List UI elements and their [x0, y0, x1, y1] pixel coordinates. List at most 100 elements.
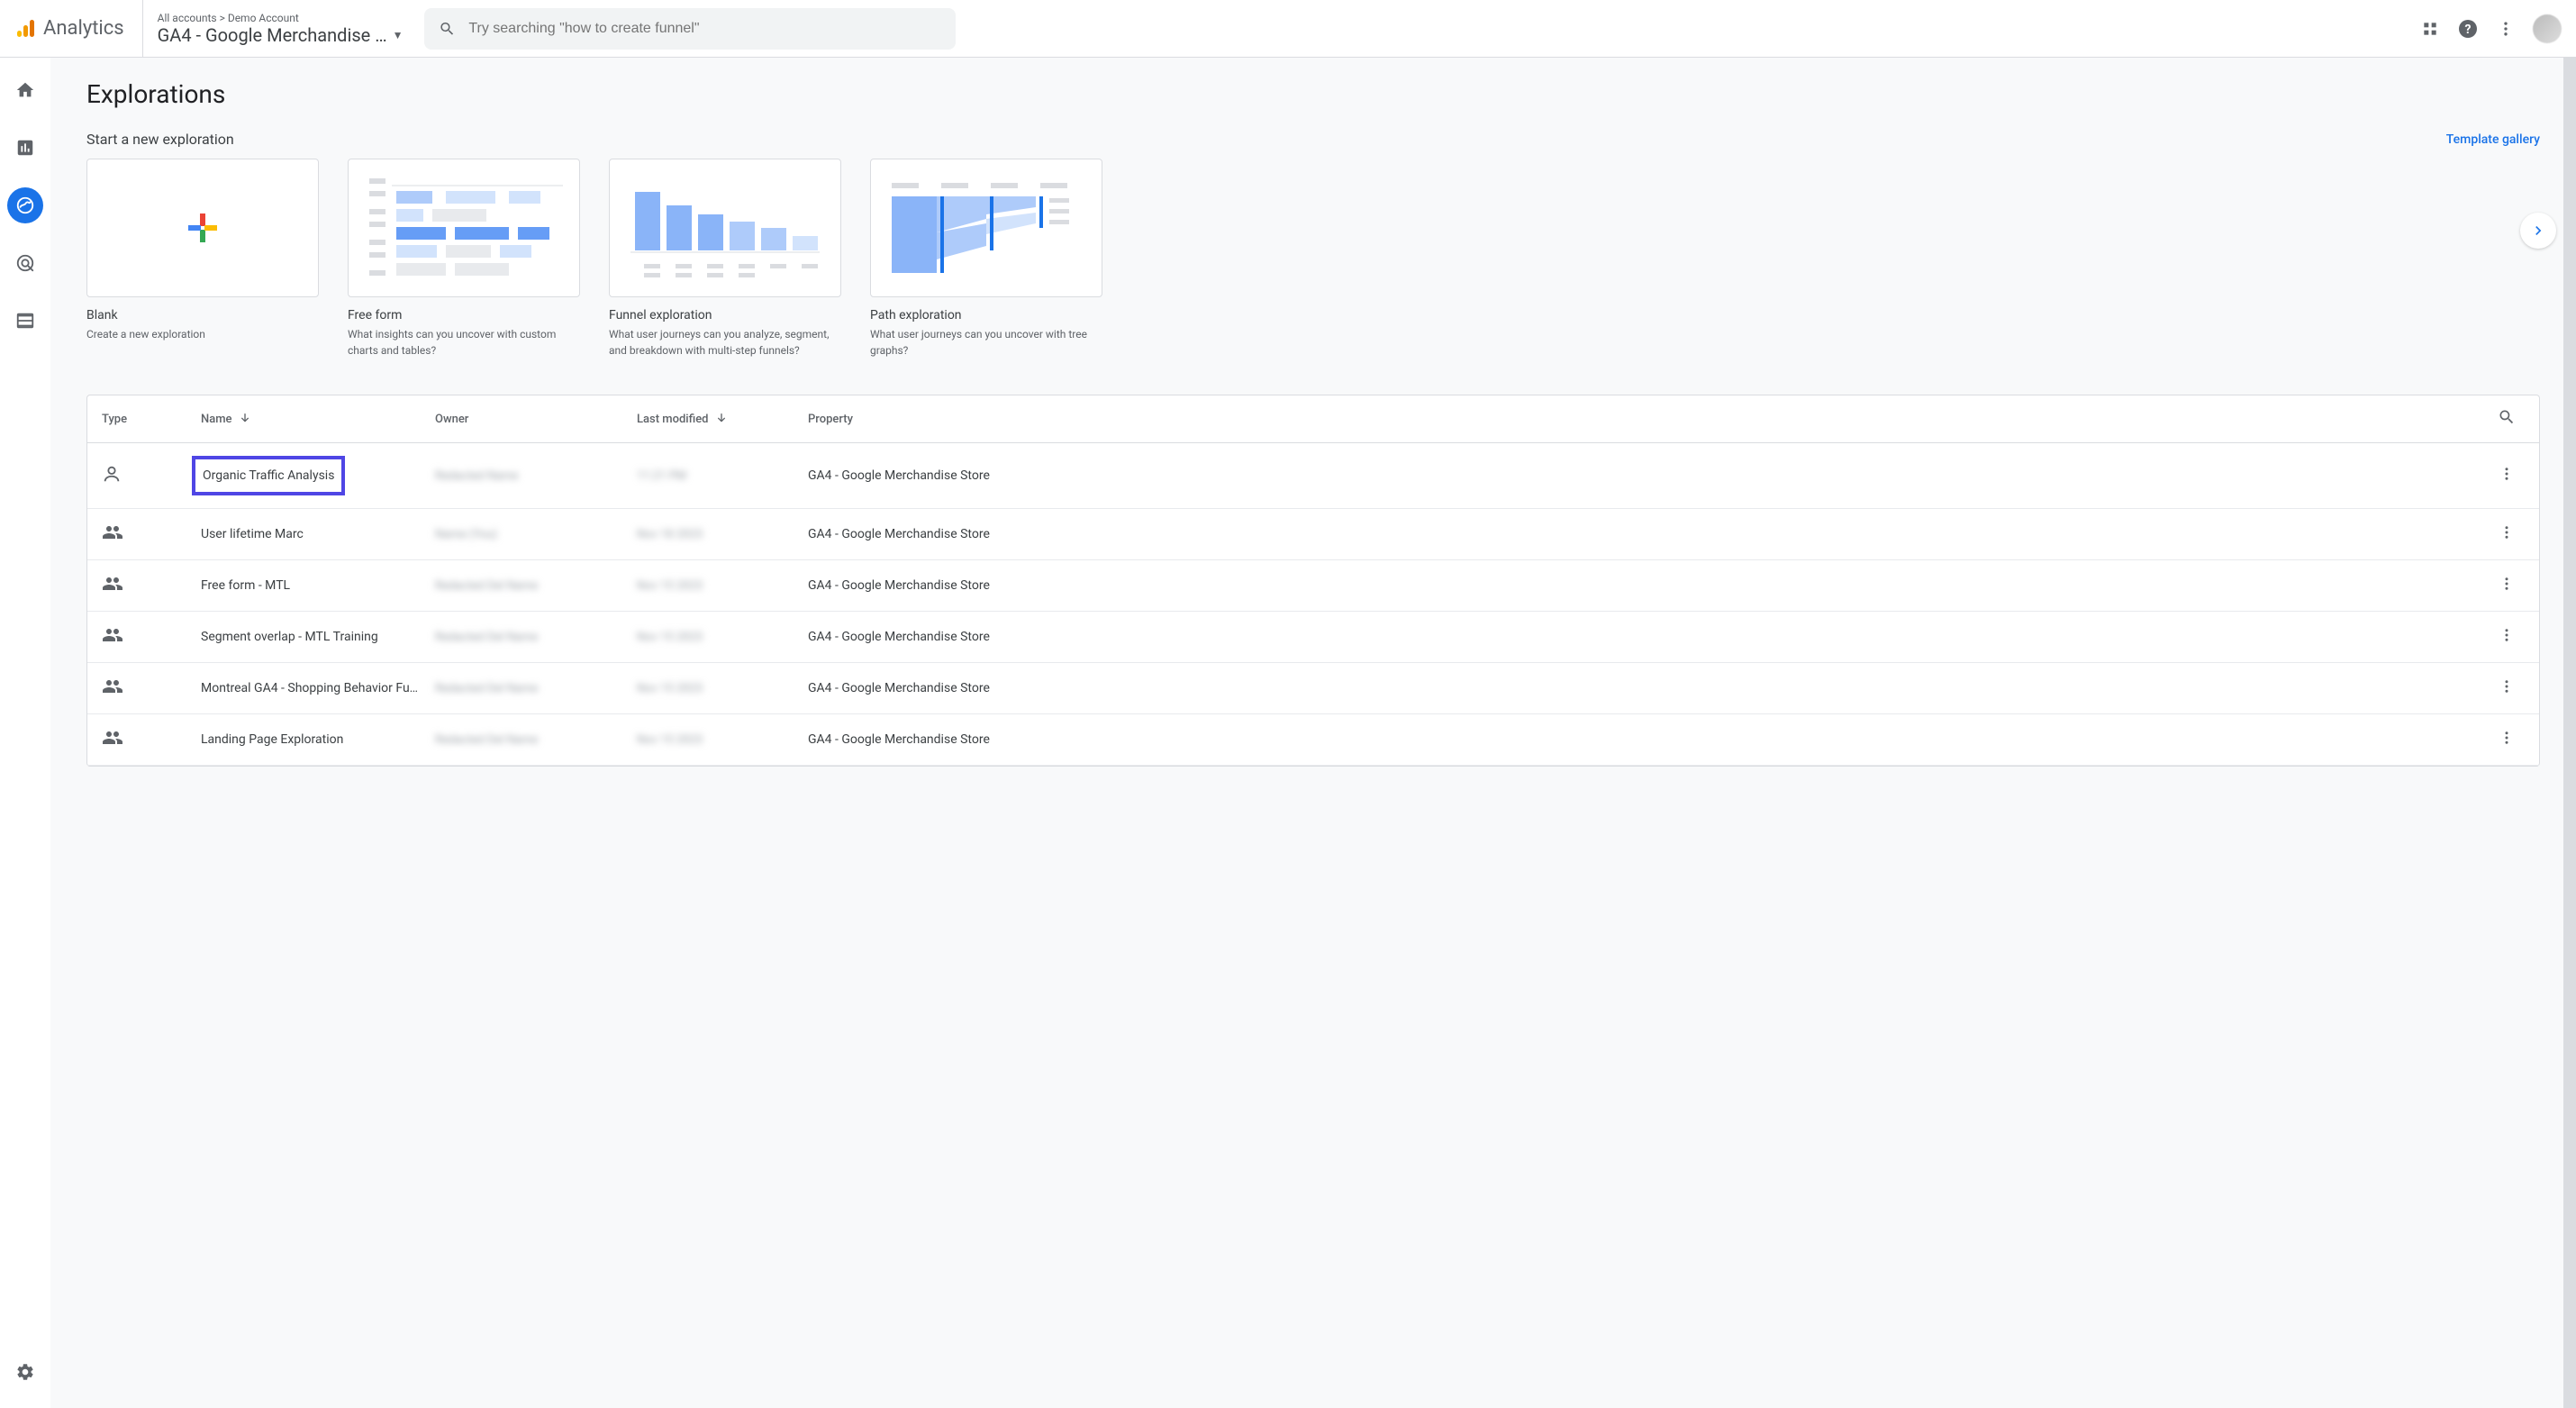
sidebar-item-admin[interactable]	[7, 1354, 43, 1390]
type-icon	[102, 464, 201, 487]
row-more-button[interactable]	[2489, 523, 2525, 545]
freeform-thumb-icon	[360, 169, 567, 286]
owner-name: Name (You)	[435, 528, 497, 541]
help-icon[interactable]: ?	[2457, 18, 2479, 40]
property-name: GA4 - Google Merchandise Store	[808, 527, 2489, 541]
template-name: Path exploration	[870, 308, 1102, 322]
table-search-button[interactable]	[2489, 408, 2525, 430]
modified-date: Nov 18 2023	[637, 528, 703, 541]
exploration-name: Free form - MTL	[201, 578, 290, 593]
type-icon	[102, 522, 201, 547]
row-more-button[interactable]	[2489, 465, 2525, 486]
modified-date: Nov 15 2023	[637, 579, 703, 593]
modified-date: 11:21 PM	[637, 469, 686, 483]
property-selector[interactable]: All accounts > Demo Account GA4 - Google…	[158, 12, 404, 46]
property-name: GA4 - Google Merchandise …	[158, 24, 387, 46]
property-name: GA4 - Google Merchandise Store	[808, 468, 2489, 483]
plus-icon	[186, 212, 219, 244]
funnel-thumb-icon	[621, 169, 829, 286]
search-icon	[2498, 408, 2516, 426]
property-name: GA4 - Google Merchandise Store	[808, 630, 2489, 644]
property-name: GA4 - Google Merchandise Store	[808, 578, 2489, 593]
modified-date: Nov 15 2023	[637, 682, 703, 695]
row-more-button[interactable]	[2489, 729, 2525, 750]
sidebar	[0, 58, 50, 1408]
subsection-title: Start a new exploration	[86, 131, 234, 148]
table-row[interactable]: Free form - MTL Redacted Del Name Nov 15…	[87, 560, 2539, 612]
content-area: Explorations Start a new exploration Tem…	[50, 58, 2576, 1408]
owner-name: Redacted Name	[435, 469, 518, 483]
col-header-name[interactable]: Name	[201, 412, 435, 426]
type-icon	[102, 727, 201, 752]
template-card-freeform[interactable]: Free form What insights can you uncover …	[348, 159, 580, 359]
modified-date: Nov 15 2023	[637, 631, 703, 644]
table-row[interactable]: Montreal GA4 - Shopping Behavior Fu… Red…	[87, 663, 2539, 714]
app-header: Analytics All accounts > Demo Account GA…	[0, 0, 2576, 58]
template-name: Funnel exploration	[609, 308, 841, 322]
type-icon	[102, 573, 201, 598]
property-name: GA4 - Google Merchandise Store	[808, 681, 2489, 695]
search-icon	[439, 20, 456, 38]
template-name: Free form	[348, 308, 580, 322]
table-row[interactable]: Segment overlap - MTL Training Redacted …	[87, 612, 2539, 663]
table-row[interactable]: Landing Page Exploration Redacted Del Na…	[87, 714, 2539, 766]
modified-date: Nov 15 2023	[637, 733, 703, 747]
header-actions: ?	[2419, 14, 2562, 43]
avatar[interactable]	[2533, 14, 2562, 43]
template-card-path[interactable]: Path exploration What user journeys can …	[870, 159, 1102, 359]
row-more-button[interactable]	[2489, 626, 2525, 648]
explorations-table: Type Name Owner Last modified Property O…	[86, 395, 2540, 767]
col-header-owner[interactable]: Owner	[435, 413, 637, 426]
table-header: Type Name Owner Last modified Property	[87, 395, 2539, 443]
template-card-blank[interactable]: Blank Create a new exploration	[86, 159, 319, 359]
sidebar-item-configure[interactable]	[7, 303, 43, 339]
property-name: GA4 - Google Merchandise Store	[808, 732, 2489, 747]
exploration-name: Segment overlap - MTL Training	[201, 630, 378, 644]
exploration-name: Landing Page Exploration	[201, 732, 343, 747]
more-vert-icon[interactable]	[2495, 18, 2517, 40]
owner-name: Redacted Del Name	[435, 733, 538, 747]
template-desc: What insights can you uncover with custo…	[348, 326, 580, 359]
template-desc: What user journeys can you uncover with …	[870, 326, 1102, 359]
search-input[interactable]	[468, 21, 941, 37]
apps-icon[interactable]	[2419, 18, 2441, 40]
table-row[interactable]: User lifetime Marc Name (You) Nov 18 202…	[87, 509, 2539, 560]
col-header-property[interactable]: Property	[808, 413, 2489, 426]
exploration-name: Organic Traffic Analysis	[192, 456, 345, 495]
analytics-logo-icon	[14, 18, 36, 40]
exploration-name: Montreal GA4 - Shopping Behavior Fu…	[201, 681, 418, 695]
arrow-down-icon	[238, 412, 252, 426]
logo-text: Analytics	[43, 17, 124, 40]
next-templates-button[interactable]	[2520, 213, 2556, 249]
row-more-button[interactable]	[2489, 677, 2525, 699]
template-name: Blank	[86, 308, 319, 322]
template-desc: Create a new exploration	[86, 326, 319, 342]
svg-text:?: ?	[2465, 23, 2472, 37]
sidebar-item-reports[interactable]	[7, 130, 43, 166]
type-icon	[102, 624, 201, 649]
sidebar-item-explore[interactable]	[7, 187, 43, 223]
row-more-button[interactable]	[2489, 575, 2525, 596]
exploration-name: User lifetime Marc	[201, 527, 304, 541]
owner-name: Redacted Del Name	[435, 631, 538, 644]
logo-section: Analytics	[14, 0, 143, 57]
dropdown-icon: ▼	[393, 29, 404, 41]
breadcrumb: All accounts > Demo Account	[158, 12, 404, 24]
arrow-down-icon	[714, 412, 729, 426]
sidebar-item-home[interactable]	[7, 72, 43, 108]
type-icon	[102, 676, 201, 701]
path-thumb-icon	[883, 169, 1090, 286]
chevron-right-icon	[2529, 222, 2547, 240]
search-bar[interactable]	[424, 8, 956, 50]
table-row[interactable]: Organic Traffic Analysis Redacted Name 1…	[87, 443, 2539, 509]
col-header-modified[interactable]: Last modified	[637, 412, 808, 426]
template-desc: What user journeys can you analyze, segm…	[609, 326, 841, 359]
owner-name: Redacted Del Name	[435, 682, 538, 695]
page-title: Explorations	[86, 79, 2540, 109]
template-card-funnel[interactable]: Funnel exploration What user journeys ca…	[609, 159, 841, 359]
sidebar-item-advertising[interactable]	[7, 245, 43, 281]
col-header-type[interactable]: Type	[102, 413, 201, 426]
template-gallery-link[interactable]: Template gallery	[2446, 132, 2540, 147]
templates-row: Blank Create a new exploration	[86, 159, 2540, 359]
owner-name: Redacted Del Name	[435, 579, 538, 593]
